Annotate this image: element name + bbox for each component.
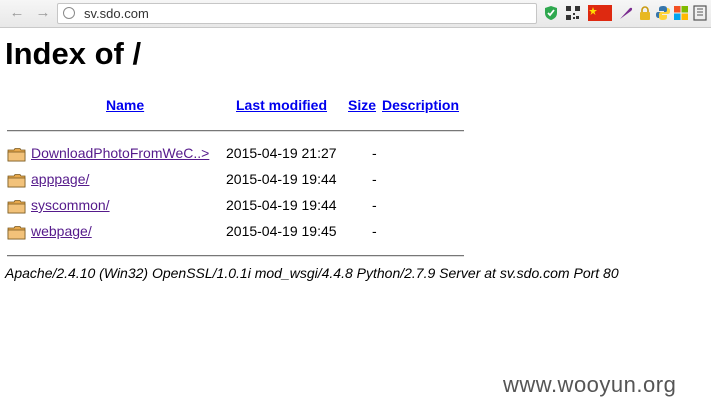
watermark: www.wooyun.org xyxy=(503,372,677,397)
entry-size: - xyxy=(372,171,377,187)
page-content: Index of / xyxy=(5,36,141,72)
entry-size: - xyxy=(372,197,377,213)
address-bar[interactable]: sv.sdo.com xyxy=(57,3,537,24)
back-arrow-icon[interactable]: ← xyxy=(9,5,25,21)
browser-toolbar: ← → sv.sdo.com xyxy=(0,0,711,28)
folder-icon xyxy=(7,174,26,188)
bottom-divider xyxy=(7,255,464,257)
feather-icon[interactable] xyxy=(618,5,634,21)
entry-date: 2015-04-19 19:44 xyxy=(226,171,337,187)
server-signature: Apache/2.4.10 (Win32) OpenSSL/1.0.1i mod… xyxy=(5,265,619,281)
column-header-size[interactable]: Size xyxy=(348,97,376,113)
qr-code-icon[interactable] xyxy=(565,5,581,21)
folder-icon xyxy=(7,226,26,240)
china-flag-icon[interactable] xyxy=(588,5,612,21)
menu-icon[interactable] xyxy=(692,5,708,21)
page-title: Index of / xyxy=(5,36,142,71)
entry-date: 2015-04-19 19:45 xyxy=(226,223,337,239)
entry-date: 2015-04-19 21:27 xyxy=(226,145,337,161)
entry-date: 2015-04-19 19:44 xyxy=(226,197,337,213)
forward-arrow-icon[interactable]: → xyxy=(35,5,51,21)
entry-size: - xyxy=(372,145,377,161)
entry-link[interactable]: apppage/ xyxy=(31,171,89,187)
python-icon[interactable] xyxy=(655,5,671,21)
page-info-icon[interactable] xyxy=(63,7,75,19)
column-header-last-modified[interactable]: Last modified xyxy=(236,97,327,113)
folder-icon xyxy=(7,148,26,162)
lock-icon[interactable] xyxy=(637,5,653,21)
entry-size: - xyxy=(372,223,377,239)
entry-link[interactable]: DownloadPhotoFromWeC..> xyxy=(31,145,209,161)
column-header-name[interactable]: Name xyxy=(106,97,144,113)
url-text: sv.sdo.com xyxy=(84,6,149,21)
windows-tiles-icon[interactable] xyxy=(673,5,689,21)
entry-link[interactable]: webpage/ xyxy=(31,223,92,239)
top-divider xyxy=(7,130,464,132)
entry-link[interactable]: syscommon/ xyxy=(31,197,110,213)
column-header-description[interactable]: Description xyxy=(382,97,459,113)
shield-check-icon[interactable] xyxy=(543,5,559,21)
folder-icon xyxy=(7,200,26,214)
